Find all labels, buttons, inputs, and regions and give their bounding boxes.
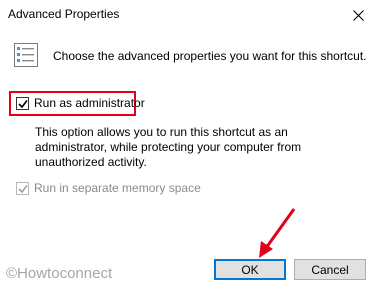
window-title: Advanced Properties [8,7,120,21]
red-arrow-icon [259,208,296,258]
shortcut-properties-icon [13,42,39,68]
option-description: This option allows you to run this short… [35,125,302,169]
header-description: Choose the advanced properties you want … [53,49,367,63]
close-button[interactable] [341,0,375,30]
ok-button[interactable]: OK [214,259,286,280]
checkmark-icon [18,99,28,108]
run-as-administrator-option[interactable]: Run as administrator [16,96,145,110]
title-bar: Advanced Properties [0,0,375,30]
run-as-administrator-checkbox[interactable] [16,96,29,110]
run-as-administrator-label: Run as administrator [34,96,145,110]
separate-memory-label: Run in separate memory space [34,181,201,195]
advanced-properties-dialog: Advanced Properties Choose the advanced … [0,0,375,288]
cancel-button[interactable]: Cancel [294,259,366,280]
watermark: ©Howtoconnect [6,265,113,282]
separate-memory-checkbox [16,181,29,195]
checkmark-icon [18,184,28,193]
separate-memory-option: Run in separate memory space [16,181,201,195]
close-icon [352,9,364,21]
